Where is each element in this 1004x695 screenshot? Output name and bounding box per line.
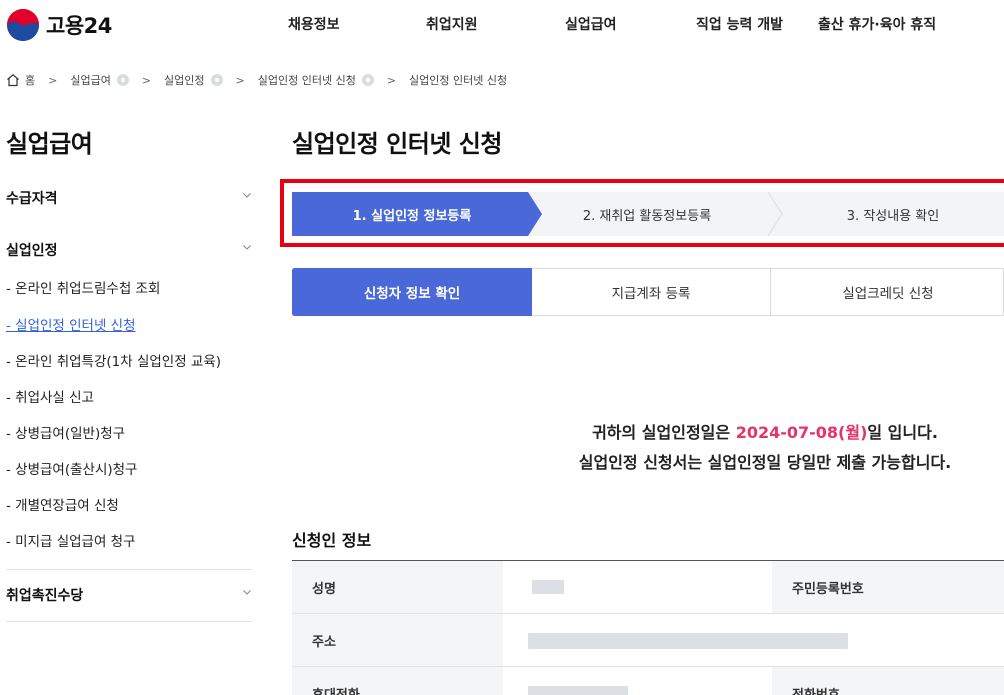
chevron-down-icon	[243, 590, 251, 595]
tab-unemployment-credit[interactable]: 실업크레딧 신청	[771, 268, 1004, 316]
notice-line-2: 실업인정 신청서는 실업인정일 당일만 제출 가능합니다.	[578, 453, 952, 472]
site-header: 고용24 채용정보 취업지원 실업급여 직업 능력 개발 출산 휴가·육아 휴직	[0, 0, 1004, 50]
sidebar-divider	[6, 569, 252, 570]
annotation-highlight-box	[280, 179, 1004, 247]
label-name: 성명	[292, 561, 503, 613]
notice-line-1: 귀하의 실업인정일은 2024-07-08(월)일 입니다.	[592, 423, 938, 442]
breadcrumb-home[interactable]: 홈	[25, 72, 35, 88]
applicant-info-table: 성명 주민등록번호 주소 휴대전화 전화번호	[292, 560, 1004, 695]
gnb-item-jobs[interactable]: 채용정보	[288, 14, 340, 34]
gnb-item-job-training[interactable]: 직업 능력 개발	[696, 14, 783, 34]
sidebar-group-label: 실업인정	[6, 243, 58, 259]
tab-payment-account[interactable]: 지급계좌 등록	[532, 268, 771, 316]
breadcrumb-item[interactable]: 실업인정 인터넷 신청	[258, 72, 356, 88]
gnb-item-unemployment-benefit[interactable]: 실업급여	[565, 14, 617, 34]
certification-date: 2024-07-08(월)	[735, 423, 868, 442]
sidebar-divider	[6, 621, 252, 622]
sidebar-item-internet-application[interactable]: - 실업인정 인터넷 신청	[6, 314, 136, 334]
table-row: 주소	[292, 614, 1004, 667]
sidebar-item-online-lecture[interactable]: - 온라인 취업특강(1차 실업인정 교육)	[6, 350, 221, 370]
chevron-down-icon	[243, 193, 251, 198]
breadcrumb-dropdown-icon[interactable]	[210, 74, 223, 86]
sidebar-item-online-dream-book[interactable]: - 온라인 취업드림수첩 조회	[6, 277, 160, 297]
sidebar-item-employment-report[interactable]: - 취업사실 신고	[6, 386, 94, 406]
label-mobile: 휴대전화	[292, 667, 503, 695]
breadcrumb-item[interactable]: 실업인정	[164, 72, 204, 88]
sidebar-group-reemployment-allowance[interactable]: 취업촉진수당	[6, 585, 252, 605]
page-title: 실업인정 인터넷 신청	[292, 130, 502, 158]
breadcrumb-item[interactable]: 실업급여	[70, 72, 110, 88]
sidebar-item-unpaid-claim[interactable]: - 미지급 실업급여 청구	[6, 530, 136, 550]
sidebar-group-label: 취업촉진수당	[6, 588, 84, 604]
applicant-section-title: 신청인 정보	[292, 531, 372, 550]
breadcrumb-dropdown-icon[interactable]	[116, 74, 129, 86]
sidebar-group-eligibility[interactable]: 수급자격	[6, 188, 252, 208]
redacted-value	[532, 580, 564, 594]
sidebar-group-certification[interactable]: 실업인정	[6, 240, 252, 260]
table-row: 성명 주민등록번호	[292, 561, 1004, 614]
tab-applicant-info[interactable]: 신청자 정보 확인	[292, 268, 532, 316]
sidebar-item-sickness-benefit-general[interactable]: - 상병급여(일반)청구	[6, 422, 125, 442]
label-address: 주소	[292, 614, 503, 666]
global-nav: 채용정보 취업지원 실업급여 직업 능력 개발 출산 휴가·육아 휴직	[0, 14, 1004, 36]
redacted-value	[528, 633, 848, 649]
sidebar-item-sickness-benefit-childbirth[interactable]: - 상병급여(출산시)청구	[6, 458, 137, 478]
breadcrumb-dropdown-icon[interactable]	[361, 74, 374, 86]
table-row: 휴대전화 전화번호	[292, 667, 1004, 695]
gnb-item-parental-leave[interactable]: 출산 휴가·육아 휴직	[818, 14, 936, 34]
redacted-value	[528, 686, 628, 695]
sub-tabs: 신청자 정보 확인 지급계좌 등록 실업크레딧 신청	[292, 268, 1004, 316]
chevron-right-icon: >	[235, 73, 245, 87]
certification-notice: 귀하의 실업인정일은 2024-07-08(월)일 입니다. 실업인정 신청서는…	[540, 418, 990, 478]
sidebar-title: 실업급여	[6, 130, 93, 158]
gnb-item-employment-support[interactable]: 취업지원	[426, 14, 478, 34]
breadcrumb-current: 실업인정 인터넷 신청	[409, 74, 508, 87]
label-rrn: 주민등록번호	[772, 561, 1004, 613]
chevron-down-icon	[243, 245, 251, 250]
sidebar-group-label: 수급자격	[6, 191, 58, 207]
breadcrumb: 홈 > 실업급여 > 실업인정 > 실업인정 인터넷 신청 > 실업인정 인터넷…	[6, 72, 507, 88]
chevron-right-icon: >	[48, 73, 58, 87]
chevron-right-icon: >	[386, 73, 397, 87]
sidebar-item-individual-extension[interactable]: - 개별연장급여 신청	[6, 494, 119, 514]
home-icon[interactable]	[6, 73, 20, 87]
chevron-right-icon: >	[141, 73, 152, 87]
label-phone: 전화번호	[772, 667, 1004, 695]
